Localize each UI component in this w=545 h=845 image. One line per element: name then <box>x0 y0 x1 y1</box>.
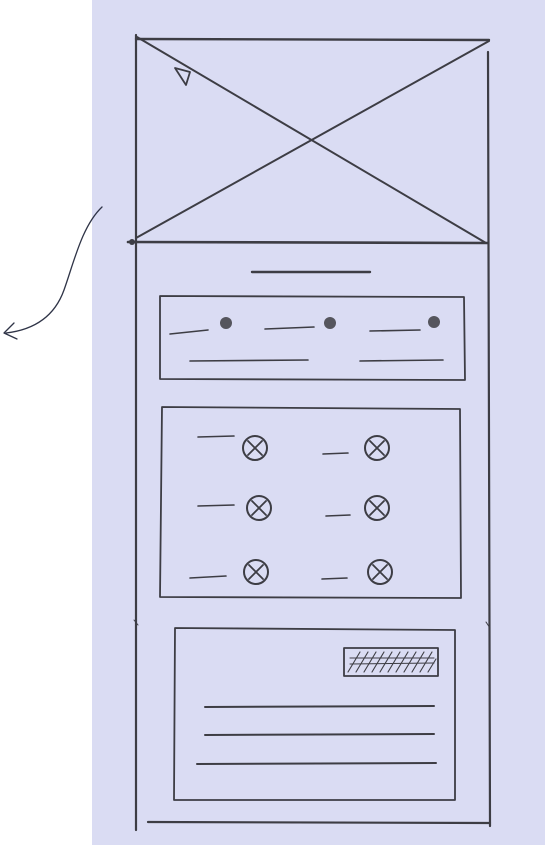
checkbox-item[interactable] <box>189 559 269 585</box>
option-card <box>159 295 466 381</box>
hatched-button[interactable] <box>343 647 439 677</box>
checkbox-item[interactable] <box>197 435 268 461</box>
radio-option[interactable] <box>169 317 232 335</box>
checkbox-item[interactable] <box>321 559 393 585</box>
wireframe-sketch <box>3 33 492 832</box>
body-text <box>196 705 437 765</box>
play-triangle-icon[interactable] <box>174 67 191 86</box>
checkbox-item[interactable] <box>322 435 390 461</box>
curved-arrow-icon <box>3 206 103 340</box>
hero-image-placeholder <box>126 36 491 245</box>
content-card <box>173 627 456 801</box>
checkbox-item[interactable] <box>325 495 390 521</box>
radio-option[interactable] <box>264 317 336 330</box>
wireframe-canvas <box>0 0 545 845</box>
device-frame <box>133 33 492 832</box>
checkbox-card <box>159 406 462 599</box>
option-caption <box>189 359 444 362</box>
radio-option[interactable] <box>369 316 440 332</box>
checkbox-item[interactable] <box>197 495 272 521</box>
